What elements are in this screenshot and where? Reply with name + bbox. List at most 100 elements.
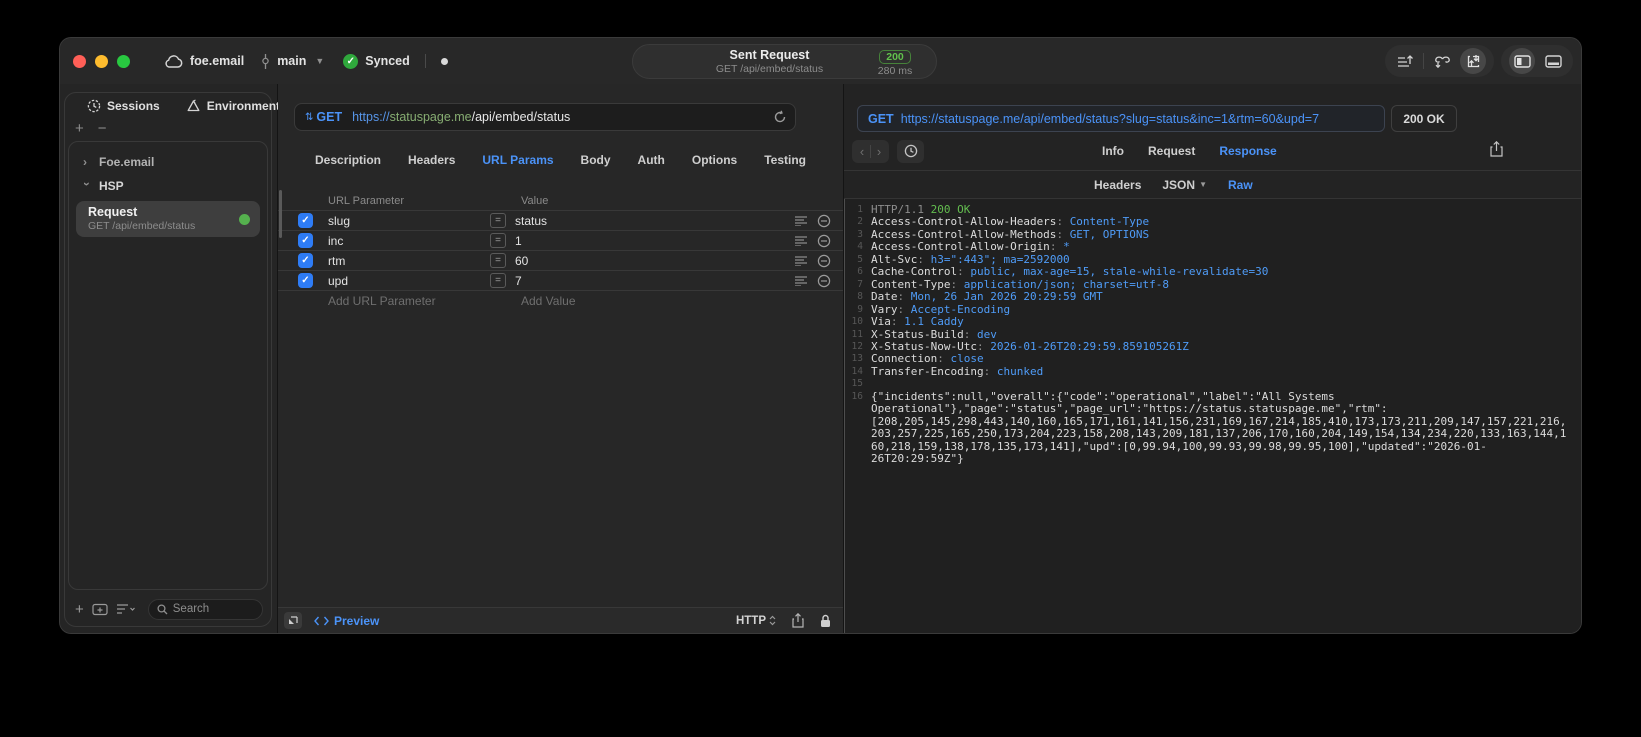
http-version-selector[interactable]: HTTP (736, 615, 776, 627)
add-item-button[interactable]: + (75, 601, 84, 618)
remove-row-button[interactable] (817, 274, 831, 288)
search-input[interactable]: Search (147, 598, 263, 620)
line-number: 1 (857, 204, 863, 215)
chevron-right-icon[interactable]: › (83, 155, 91, 169)
column-header-value: Value (521, 195, 549, 207)
url-path[interactable]: /api/embed/status (472, 110, 571, 124)
remove-row-button[interactable] (817, 234, 831, 248)
collapse-editor-button[interactable] (284, 612, 302, 629)
param-checkbox[interactable]: ✓ (298, 273, 313, 288)
add-param-placeholder[interactable]: Add URL Parameter (328, 294, 521, 308)
url-host[interactable]: statuspage.me (390, 110, 472, 124)
search-placeholder: Search (172, 603, 210, 615)
param-checkbox[interactable]: ✓ (298, 233, 313, 248)
param-value[interactable]: 60 (515, 254, 795, 268)
tab-testing[interactable]: Testing (764, 153, 806, 171)
synced-check-icon: ✓ (343, 53, 359, 69)
raw-response-body[interactable]: 1 HTTP/1.1 200 OK 2 Access-Control-Allow-He… (844, 199, 1581, 633)
sidebar-tab-sessions[interactable]: Sessions (87, 99, 160, 113)
divider (424, 54, 426, 68)
lock-icon[interactable] (820, 614, 831, 628)
tab-info[interactable]: Info (1102, 144, 1124, 158)
tab-headers[interactable]: Headers (408, 153, 455, 171)
tab-url-params[interactable]: URL Params (482, 153, 553, 171)
forward-button[interactable]: › (871, 144, 887, 159)
scrollbar-thumb[interactable] (279, 190, 282, 238)
history-button[interactable] (897, 139, 924, 163)
project-name[interactable]: foe.email (190, 54, 244, 68)
import-export-icon[interactable] (1460, 48, 1486, 74)
preview-button[interactable]: Preview (314, 614, 379, 628)
sidebar-panel-icon[interactable] (1509, 48, 1535, 74)
request-list-item[interactable]: Request GET /api/embed/status (76, 201, 260, 237)
method-label[interactable]: GET (316, 110, 342, 124)
tree-folder-hsp[interactable]: › HSP (73, 174, 263, 198)
sort-list-button[interactable] (116, 603, 136, 615)
back-button[interactable]: ‹ (854, 144, 870, 159)
tab-auth[interactable]: Auth (638, 153, 665, 171)
add-session-button[interactable]: + (75, 121, 84, 136)
new-group-button[interactable] (92, 603, 108, 616)
activity-pill[interactable]: Sent Request GET /api/embed/status 200 2… (632, 44, 937, 79)
param-name[interactable]: upd (328, 274, 490, 288)
row-menu-icon[interactable] (795, 275, 808, 286)
tab-description[interactable]: Description (315, 153, 381, 171)
sent-request-url[interactable]: GET https://statuspage.me/api/embed/stat… (857, 105, 1385, 132)
subtab-headers[interactable]: Headers (1094, 178, 1141, 192)
param-value[interactable]: 7 (515, 274, 795, 288)
param-checkbox[interactable]: ✓ (298, 253, 313, 268)
param-checkbox[interactable]: ✓ (298, 213, 313, 228)
param-name[interactable]: slug (328, 214, 490, 228)
param-row-slug[interactable]: ✓ slug = status (278, 211, 843, 231)
row-menu-icon[interactable] (795, 215, 808, 226)
param-row-upd[interactable]: ✓ upd = 7 (278, 271, 843, 291)
zoom-window-button[interactable] (117, 54, 130, 68)
subtab-json[interactable]: JSON ▼ (1162, 178, 1207, 192)
remove-session-button[interactable]: − (98, 121, 107, 136)
remove-row-button[interactable] (817, 254, 831, 268)
row-menu-icon[interactable] (795, 235, 808, 246)
url-bar[interactable]: ⇅ GET https://statuspage.me/api/embed/st… (294, 103, 796, 131)
add-value-placeholder[interactable]: Add Value (521, 294, 576, 308)
close-window-button[interactable] (73, 54, 86, 68)
cloud-icon (164, 54, 183, 68)
method-selector-icon[interactable]: ⇅ (305, 112, 313, 123)
line-number: 13 (851, 353, 863, 365)
branch-name[interactable]: main (277, 54, 306, 68)
request-tabs: Description Headers URL Params Body Auth Opti… (278, 153, 843, 171)
add-param-row[interactable]: Add URL Parameter Add Value (278, 291, 843, 311)
param-row-rtm[interactable]: ✓ rtm = 60 (278, 251, 843, 271)
chevron-down-icon[interactable]: › (80, 182, 94, 190)
param-value[interactable]: status (515, 214, 795, 228)
http-label: HTTP (735, 614, 766, 627)
param-name[interactable]: inc (328, 234, 490, 248)
sync-status[interactable]: Synced (365, 54, 409, 68)
tab-request[interactable]: Request (1148, 144, 1195, 158)
tree-folder-foe-email[interactable]: › Foe.email (73, 150, 263, 174)
response-subtabs: Headers JSON ▼ Raw (1094, 178, 1253, 192)
param-row-inc[interactable]: ✓ inc = 1 (278, 231, 843, 251)
param-value[interactable]: 1 (515, 234, 795, 248)
bottom-panel-icon[interactable] (1538, 48, 1568, 74)
app-window: foe.email main ▼ ✓ Synced Sent Request G… (60, 38, 1581, 633)
sidebar-tab-environments[interactable]: Environments (186, 99, 287, 113)
row-menu-icon[interactable] (795, 255, 808, 266)
refresh-button[interactable] (773, 110, 787, 124)
line-number: 4 (857, 241, 863, 253)
url-scheme[interactable]: https:// (352, 110, 390, 124)
sync-icon[interactable] (1427, 48, 1457, 74)
share-button[interactable] (792, 613, 804, 628)
sequence-icon[interactable] (1390, 48, 1420, 74)
activity-subtitle: GET /api/embed/status (715, 62, 824, 75)
tab-options[interactable]: Options (692, 153, 737, 171)
export-response-button[interactable] (1490, 141, 1503, 157)
minimize-window-button[interactable] (95, 54, 108, 68)
search-icon (157, 603, 168, 615)
tab-body[interactable]: Body (581, 153, 611, 171)
subtab-raw[interactable]: Raw (1228, 178, 1253, 192)
line-number: 8 (857, 291, 863, 303)
param-name[interactable]: rtm (328, 254, 490, 268)
tab-response[interactable]: Response (1219, 144, 1276, 158)
chevron-down-icon[interactable]: ▼ (315, 56, 324, 66)
remove-row-button[interactable] (817, 214, 831, 228)
